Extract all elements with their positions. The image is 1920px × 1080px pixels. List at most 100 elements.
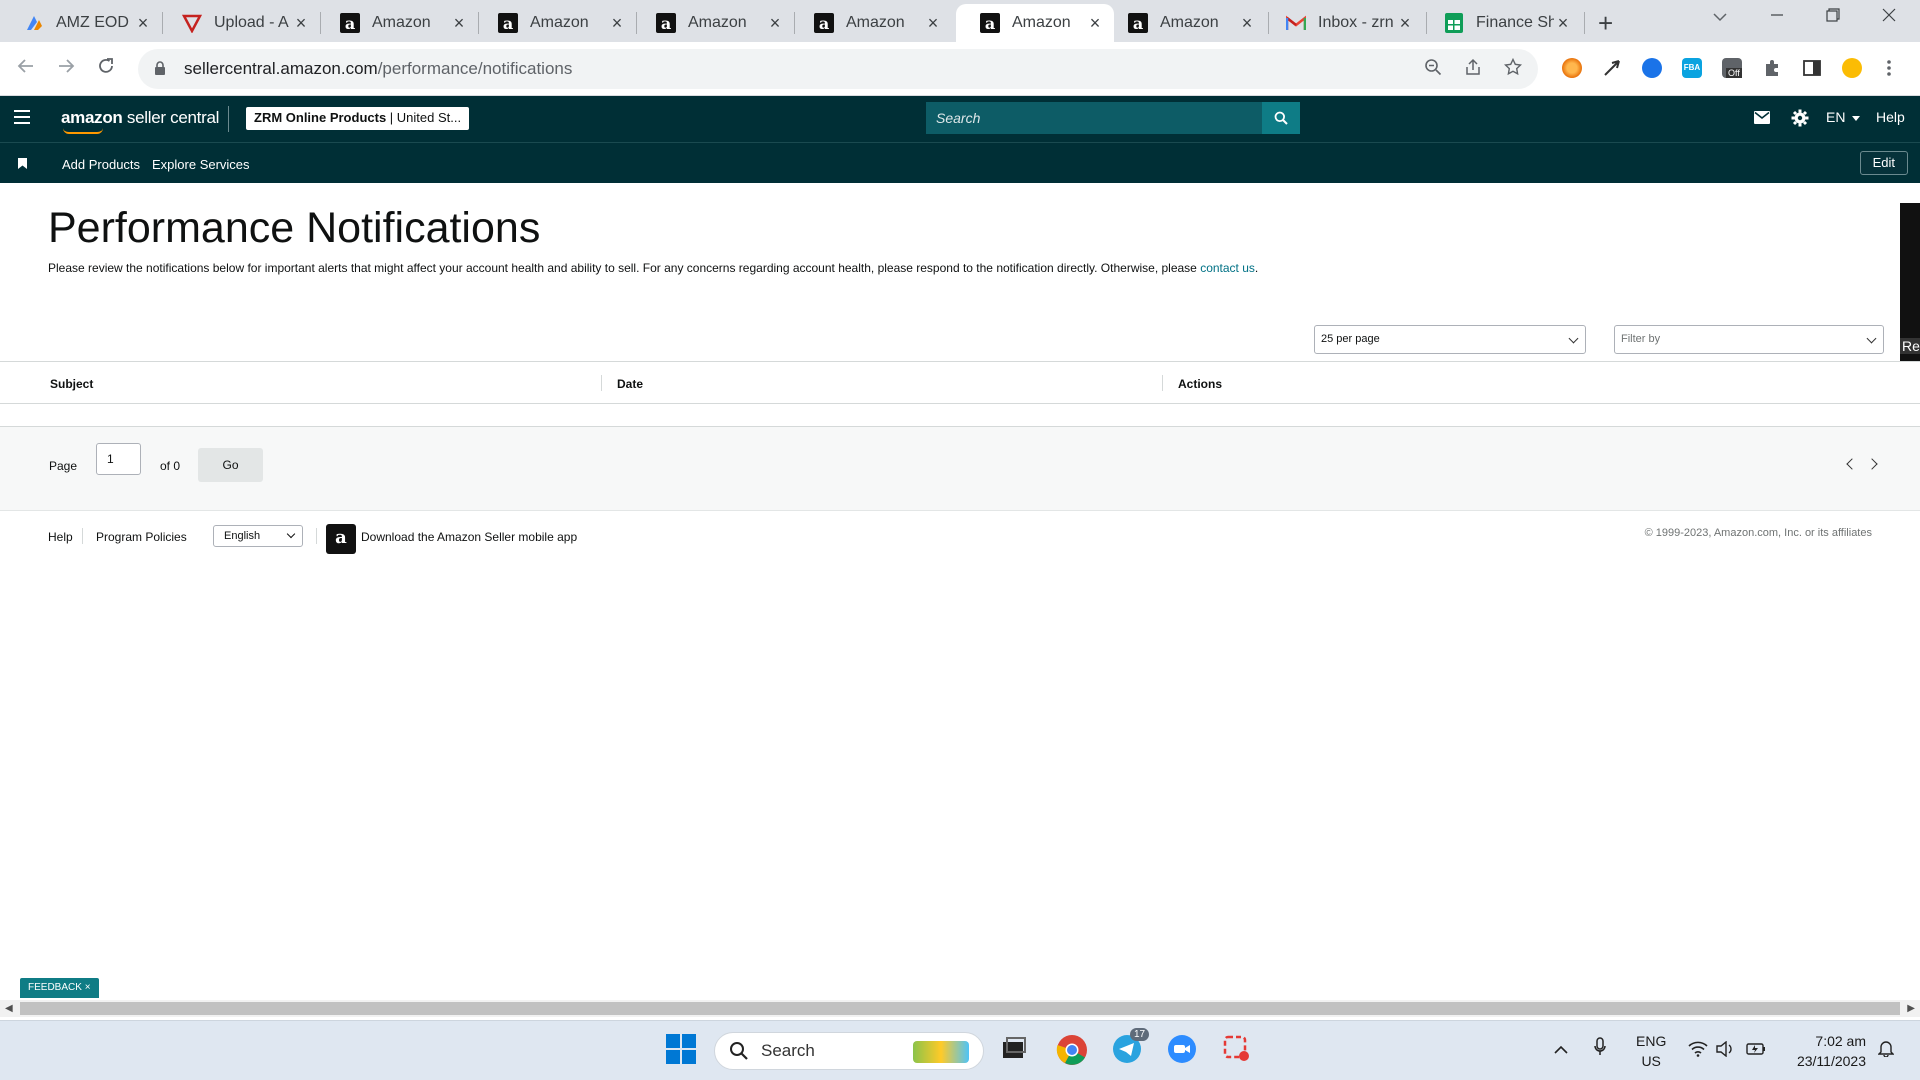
footer-help-link[interactable]: Help [48,530,73,544]
browser-tab[interactable]: a Amazon × [1104,4,1266,42]
extension-blue-icon[interactable] [1642,58,1662,78]
profile-avatar[interactable] [1842,58,1862,78]
telegram-icon[interactable]: 17 [1112,1028,1150,1066]
close-tab-icon[interactable]: × [134,13,152,34]
column-subject[interactable]: Subject [50,377,93,391]
mail-icon[interactable] [1754,111,1770,127]
browser-tab[interactable]: a Amazon × [790,4,952,42]
filter-select[interactable]: Filter by [1614,325,1884,354]
wifi-icon[interactable] [1688,1041,1708,1061]
search-button[interactable] [1262,102,1300,134]
close-tab-icon[interactable]: × [1238,13,1256,34]
snipping-tool-icon[interactable] [1222,1034,1254,1066]
close-tab-icon[interactable]: × [1396,13,1414,34]
extension-orange-icon[interactable] [1562,58,1582,78]
reload-icon[interactable] [96,56,116,82]
battery-icon[interactable] [1746,1042,1766,1060]
bookmark-star-icon[interactable] [1503,57,1523,81]
browser-tab[interactable]: a Amazon × [316,4,478,42]
browser-tab-active[interactable]: a Amazon × [956,4,1114,42]
horizontal-scrollbar[interactable]: ◀ ▶ [0,1000,1920,1017]
close-tab-icon[interactable]: × [1554,13,1572,34]
address-bar[interactable]: sellercentral.amazon.com/performance/not… [138,49,1538,89]
browser-tab[interactable]: a Amazon × [474,4,636,42]
browser-tab[interactable]: AMZ EOD I × [0,4,162,42]
chrome-icon[interactable] [1056,1034,1088,1066]
close-tab-icon[interactable]: × [450,13,468,34]
amazon-app-icon[interactable]: a [326,524,356,554]
input-language[interactable]: ENG US [1636,1031,1666,1071]
go-button[interactable]: Go [198,448,263,482]
per-page-select[interactable]: 25 per page [1314,325,1586,354]
volume-icon[interactable] [1716,1040,1734,1061]
browser-tab[interactable]: Inbox - zrn × [1262,4,1424,42]
search-icon [1274,111,1288,125]
scroll-left-icon[interactable]: ◀ [5,1003,13,1014]
search-input[interactable] [926,102,1262,134]
browser-tab[interactable]: a Amazon × [632,4,794,42]
back-arrow-icon[interactable] [16,56,36,82]
side-panel-label[interactable]: Re [1900,338,1920,354]
footer-language-select[interactable]: English [213,525,303,547]
extension-off-icon[interactable]: Off [1722,58,1742,78]
share-icon[interactable] [1464,58,1482,81]
minimize-icon[interactable] [1770,6,1784,27]
close-tab-icon[interactable]: × [292,13,310,34]
tab-search-chevron-icon[interactable] [1712,6,1728,27]
previous-page-icon[interactable] [1846,458,1858,470]
zoom-out-icon[interactable] [1424,58,1442,81]
nav-explore-services[interactable]: Explore Services [152,157,250,172]
notification-bell-icon[interactable] [1877,1039,1895,1061]
browser-tab[interactable]: Finance Sh × [1420,4,1582,42]
column-actions[interactable]: Actions [1178,377,1222,391]
side-panel-icon[interactable] [1802,58,1822,78]
settings-gear-icon[interactable] [1791,109,1809,130]
url-text: sellercentral.amazon.com/performance/not… [184,59,573,78]
store-selector[interactable]: ZRM Online Products | United St... [246,107,470,130]
new-tab-icon[interactable]: + [1598,8,1613,39]
page-title: Performance Notifications [48,204,541,252]
scrollbar-thumb[interactable] [20,1002,1900,1015]
close-tab-icon[interactable]: × [766,13,784,34]
chevron-down-icon [1568,333,1579,344]
extension-arrow-icon[interactable] [1602,58,1622,78]
microphone-icon[interactable] [1594,1037,1606,1061]
extensions-puzzle-icon[interactable] [1762,58,1782,78]
close-tab-icon[interactable]: × [924,13,942,34]
forward-arrow-icon[interactable] [56,56,76,82]
task-view-icon[interactable] [1000,1034,1032,1066]
nav-add-products[interactable]: Add Products [62,157,140,172]
close-tab-icon[interactable]: × [1086,13,1104,34]
table-header: Subject Date Actions [0,361,1920,404]
taskbar-search[interactable]: Search [714,1032,984,1070]
next-page-icon[interactable] [1866,458,1878,470]
close-window-icon[interactable] [1882,6,1896,27]
close-tab-icon[interactable]: × [608,13,626,34]
feedback-tab[interactable]: FEEDBACK × [20,978,99,998]
column-date[interactable]: Date [617,377,643,391]
tray-chevron-icon[interactable] [1554,1041,1568,1058]
chrome-menu-icon[interactable] [1886,58,1906,78]
seller-central-logo[interactable]: amazon seller central [61,108,219,134]
restore-icon[interactable] [1826,6,1840,27]
lock-icon[interactable] [154,61,168,77]
zoom-icon[interactable] [1167,1034,1199,1066]
edit-button[interactable]: Edit [1859,151,1908,175]
footer-policies-link[interactable]: Program Policies [96,530,187,544]
browser-tab[interactable]: Upload - A × [158,4,320,42]
download-app-link[interactable]: Download the Amazon Seller mobile app [361,530,577,544]
help-link[interactable]: Help [1876,109,1905,125]
system-clock[interactable]: 7:02 am 23/11/2023 [1797,1031,1866,1071]
page-label: Page [49,459,78,473]
contact-us-link[interactable]: contact us [1200,261,1255,275]
amazon-favicon-icon: a [656,13,676,33]
language-selector[interactable]: EN [1826,109,1861,125]
scroll-right-icon[interactable]: ▶ [1907,1003,1915,1014]
extension-fba-icon[interactable]: FBA [1682,58,1702,78]
windows-start-icon[interactable] [666,1034,698,1066]
close-icon[interactable]: × [85,982,91,993]
amz-eod-favicon-icon [24,13,44,33]
page-number-input[interactable]: 1 [96,443,141,475]
bookmark-icon[interactable] [18,157,27,172]
hamburger-menu-icon[interactable] [14,110,30,128]
